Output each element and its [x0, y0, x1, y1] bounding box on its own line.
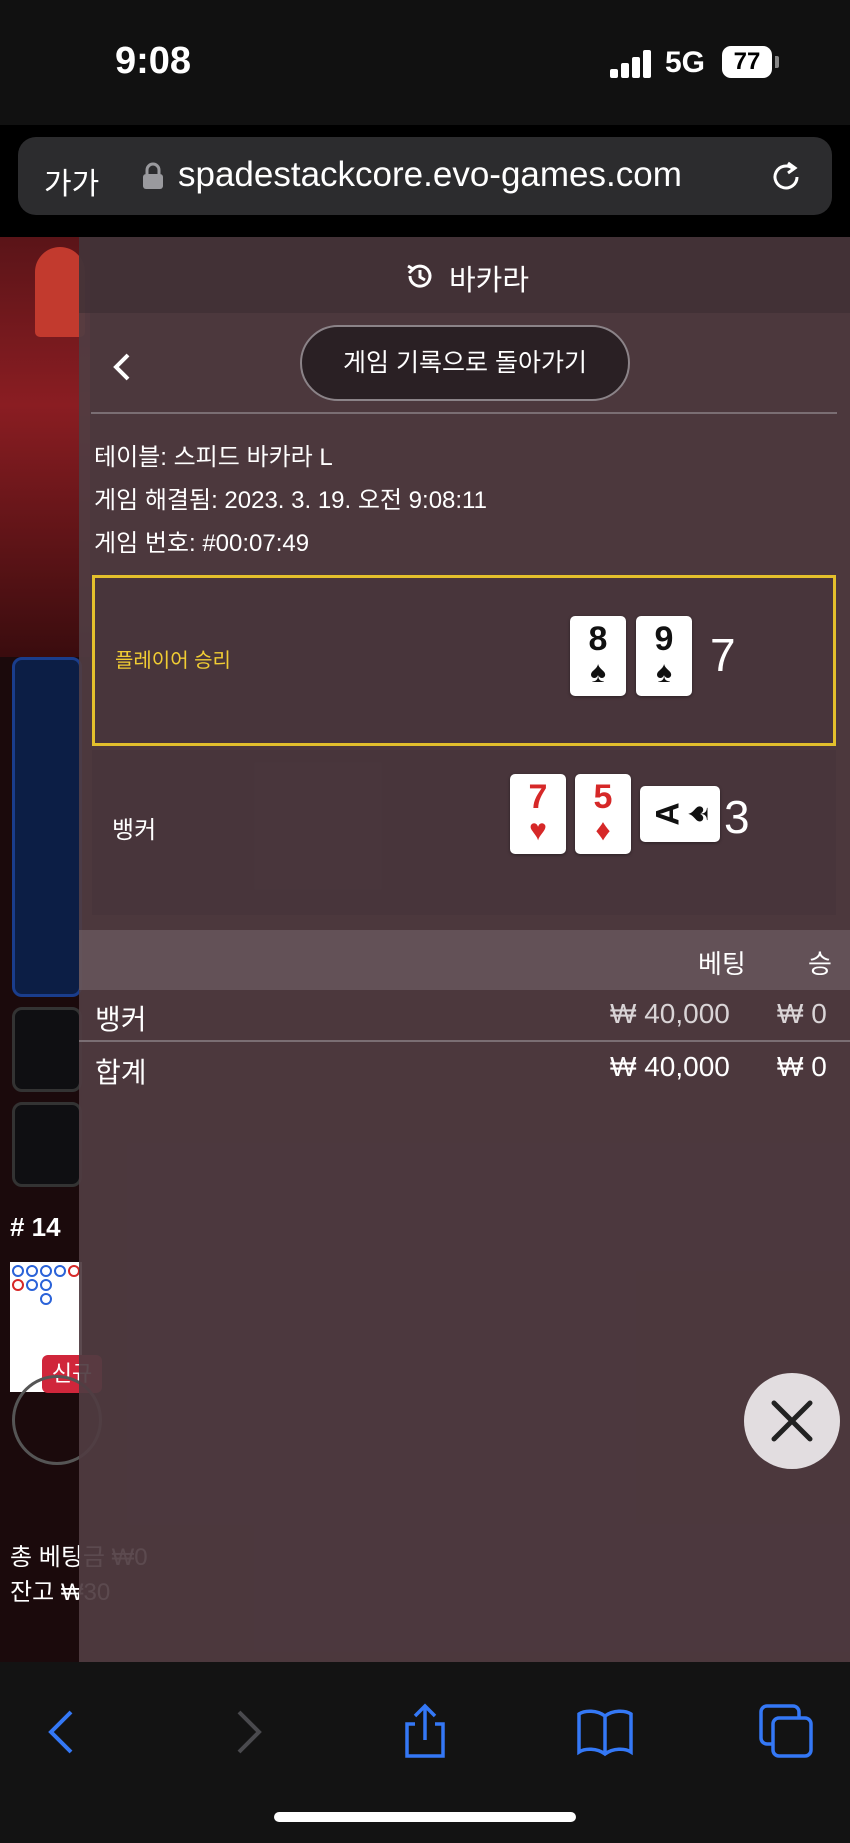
- history-panel: 바카라 게임 기록으로 돌아가기 테이블: 스피드 바카라 L 게임 해결됨: …: [79, 237, 850, 1662]
- player-win-label: 플레이어 승리: [115, 650, 231, 672]
- dealer-video: [0, 237, 90, 657]
- divider: [91, 412, 837, 414]
- history-icon: [407, 264, 432, 288]
- banker-card: 5 ♦: [575, 774, 631, 854]
- spade-icon: ♠: [656, 656, 672, 689]
- address-bar[interactable]: 가가 spadestackcore.evo-games.com: [18, 137, 832, 215]
- banker-result-box: 뱅커 7 ♥ 5 ♦ A ♠ 3: [92, 750, 836, 915]
- banker-label: 뱅커: [112, 817, 157, 844]
- player-score: 7: [710, 629, 736, 681]
- status-time: 9:08: [115, 40, 192, 82]
- close-icon: [771, 1400, 813, 1442]
- battery-tip: [775, 56, 779, 68]
- status-bar: 9:08 5G 77: [0, 0, 850, 125]
- close-button[interactable]: [744, 1373, 840, 1469]
- table-info: 테이블: 스피드 바카라 L: [94, 444, 333, 471]
- side-bet-spot[interactable]: [12, 1102, 82, 1187]
- header-win: 승: [808, 949, 832, 979]
- resolved-info: 게임 해결됨: 2023. 3. 19. 오전 9:08:11: [94, 487, 487, 514]
- round-label: # 14: [10, 1212, 61, 1242]
- back-to-history-button[interactable]: 게임 기록으로 돌아가기: [300, 325, 630, 401]
- share-icon[interactable]: [395, 1702, 455, 1762]
- signal-icon: [610, 50, 652, 78]
- row-bet: ₩ 40,000: [610, 998, 730, 1029]
- player-card: 8 ♠: [570, 616, 626, 696]
- heart-icon: ♥: [529, 814, 547, 847]
- spade-icon: ♠: [678, 805, 714, 823]
- card-rank: 9: [654, 620, 674, 658]
- player-bet-spot[interactable]: [12, 657, 82, 997]
- battery-icon: 77: [722, 46, 772, 78]
- header-bet: 베팅: [698, 949, 746, 979]
- network-type: 5G: [665, 46, 706, 79]
- spade-icon: ♠: [590, 656, 606, 689]
- player-result-box: 플레이어 승리 8 ♠ 9 ♠ 7: [92, 575, 836, 746]
- game-number: 게임 번호: #00:07:49: [94, 530, 310, 557]
- card-rank: 5: [593, 778, 613, 816]
- player-card: 9 ♠: [636, 616, 692, 696]
- bookmarks-icon[interactable]: [575, 1702, 635, 1762]
- side-bet-spot[interactable]: [12, 1007, 82, 1092]
- row-win: ₩ 0: [777, 998, 827, 1029]
- row-win: ₩ 0: [777, 1051, 827, 1082]
- banker-card: 7 ♥: [510, 774, 566, 854]
- reload-icon[interactable]: [766, 157, 806, 197]
- tabs-icon[interactable]: [757, 1702, 817, 1762]
- diamond-icon: ♦: [595, 814, 611, 847]
- row-name: 뱅커: [95, 1004, 147, 1035]
- card-rank: 8: [588, 620, 608, 658]
- text-size-button[interactable]: 가가: [44, 159, 99, 203]
- home-indicator: [274, 1812, 576, 1822]
- panel-header: 바카라: [79, 237, 850, 313]
- lock-icon: [143, 162, 163, 189]
- row-bet: ₩ 40,000: [610, 1051, 730, 1082]
- back-icon[interactable]: [33, 1702, 93, 1762]
- forward-icon[interactable]: [217, 1702, 277, 1762]
- banker-third-card: A ♠: [640, 786, 720, 842]
- panel-title: 바카라: [449, 265, 530, 297]
- banker-score: 3: [724, 791, 750, 843]
- bet-table-header: 베팅 승: [79, 930, 850, 990]
- back-icon[interactable]: [103, 347, 143, 387]
- dealer-figure: [35, 247, 85, 337]
- card-rank: 7: [528, 778, 548, 816]
- url-text[interactable]: spadestackcore.evo-games.com: [178, 155, 682, 195]
- table-row: 합계 ₩ 40,000 ₩ 0: [79, 1043, 850, 1095]
- row-name: 합계: [95, 1057, 147, 1088]
- table-row: 뱅커 ₩ 40,000 ₩ 0: [79, 990, 850, 1042]
